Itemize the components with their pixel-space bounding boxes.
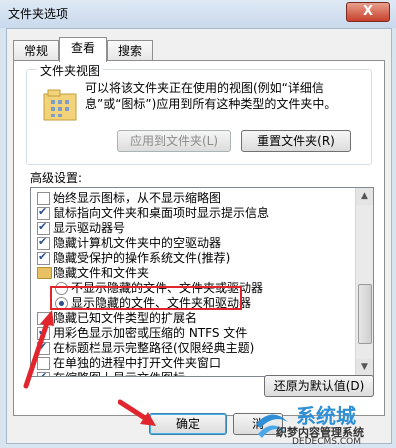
setting-label: 用彩色显示加密或压缩的 NTFS 文件 (53, 326, 248, 340)
list-item[interactable]: 鼠标指向文件夹和桌面项时显示提示信息 (31, 205, 351, 221)
folder-views-title: 文件夹视图 (37, 62, 104, 79)
dialog-client: 常规 查看 搜索 文件夹视图 可以将该文件夹正在使用的视图(例如“详细信息”或“… (6, 28, 392, 444)
restore-defaults-button[interactable]: 还原为默认值(D) (264, 375, 374, 397)
close-button[interactable]: X (346, 2, 390, 22)
list-item[interactable]: 用彩色显示加密或压缩的 NTFS 文件 (31, 325, 351, 341)
red-arrow-icon (23, 310, 54, 389)
setting-checkbox[interactable] (37, 192, 50, 205)
setting-checkbox[interactable] (37, 220, 50, 235)
folder-icon (37, 267, 52, 279)
setting-label: 始终显示图标，从不显示缩略图 (53, 191, 222, 205)
setting-checkbox[interactable] (37, 205, 50, 220)
reset-folders-button[interactable]: 重置文件夹(R) (241, 130, 351, 152)
window-title: 文件夹选项 (8, 7, 69, 21)
setting-checkbox[interactable] (37, 235, 50, 250)
setting-label: 在单独的进程中打开文件夹窗口 (53, 356, 222, 370)
advanced-settings-list[interactable]: 在缩略图上显示文件图标在单独的进程中打开文件夹窗口在标题栏显示完整路径(仅限经典… (30, 187, 374, 377)
advanced-settings-label: 高级设置: (30, 171, 83, 185)
folder-views-group: 文件夹视图 可以将该文件夹正在使用的视图(例如“详细信息”或“图标”)应用到所有… (26, 62, 372, 165)
list-item[interactable]: 在标题栏显示完整路径(仅限经典主题) (31, 340, 351, 356)
folder-views-description: 可以将该文件夹正在使用的视图(例如“详细信息”或“图标”)应用到所有这种类型的文… (85, 81, 337, 111)
scroll-down-arrow-icon[interactable]: ▼ (356, 359, 373, 376)
setting-label: 在缩略图上显示文件图标 (53, 370, 185, 376)
apply-to-folders-button[interactable]: 应用到文件夹(L) (117, 130, 231, 152)
watermark-domain: DEDECMS.COM (292, 437, 361, 447)
folder-view-icon (43, 89, 77, 121)
list-item[interactable]: 隐藏文件和文件夹 (31, 265, 351, 281)
list-item[interactable]: 隐藏计算机文件夹中的空驱动器 (31, 235, 351, 251)
tab-view[interactable]: 查看 (59, 37, 107, 62)
setting-label: 隐藏计算机文件夹中的空驱动器 (53, 236, 222, 250)
setting-label: 隐藏已知文件类型的扩展名 (53, 311, 198, 325)
tab-search[interactable]: 搜索 (107, 40, 153, 61)
setting-label: 鼠标指向文件夹和桌面项时显示提示信息 (53, 206, 270, 220)
list-item[interactable]: 隐藏已知文件类型的扩展名 (31, 310, 351, 326)
list-scrollbar[interactable]: ▲ ▼ (355, 188, 373, 376)
red-arrow-icon (118, 399, 156, 426)
setting-checkbox[interactable] (37, 250, 50, 265)
list-item[interactable]: 始终显示图标，从不显示缩略图 (31, 190, 351, 206)
scroll-up-arrow-icon[interactable]: ▲ (356, 188, 373, 205)
scrollbar-thumb[interactable] (358, 284, 372, 344)
watermark: 系统城 织梦内容管理系统 DEDECMS.COM (252, 404, 396, 448)
ok-button[interactable]: 确定 (149, 413, 227, 435)
title-bar: 文件夹选项 X (0, 0, 396, 28)
setting-label: 显示驱动器号 (53, 221, 126, 235)
list-item[interactable]: 显示驱动器号 (31, 220, 351, 236)
view-tab-panel: 文件夹视图 可以将该文件夹正在使用的视图(例如“详细信息”或“图标”)应用到所有… (13, 60, 385, 416)
list-item[interactable]: 在单独的进程中打开文件夹窗口 (31, 355, 351, 371)
highlight-box (50, 286, 242, 310)
list-item[interactable]: 隐藏受保护的操作系统文件(推荐) (31, 250, 351, 266)
setting-label: 隐藏受保护的操作系统文件(推荐) (53, 251, 231, 265)
tab-general[interactable]: 常规 (13, 40, 59, 61)
setting-label: 在标题栏显示完整路径(仅限经典主题) (53, 341, 255, 355)
setting-label: 隐藏文件和文件夹 (53, 266, 150, 280)
